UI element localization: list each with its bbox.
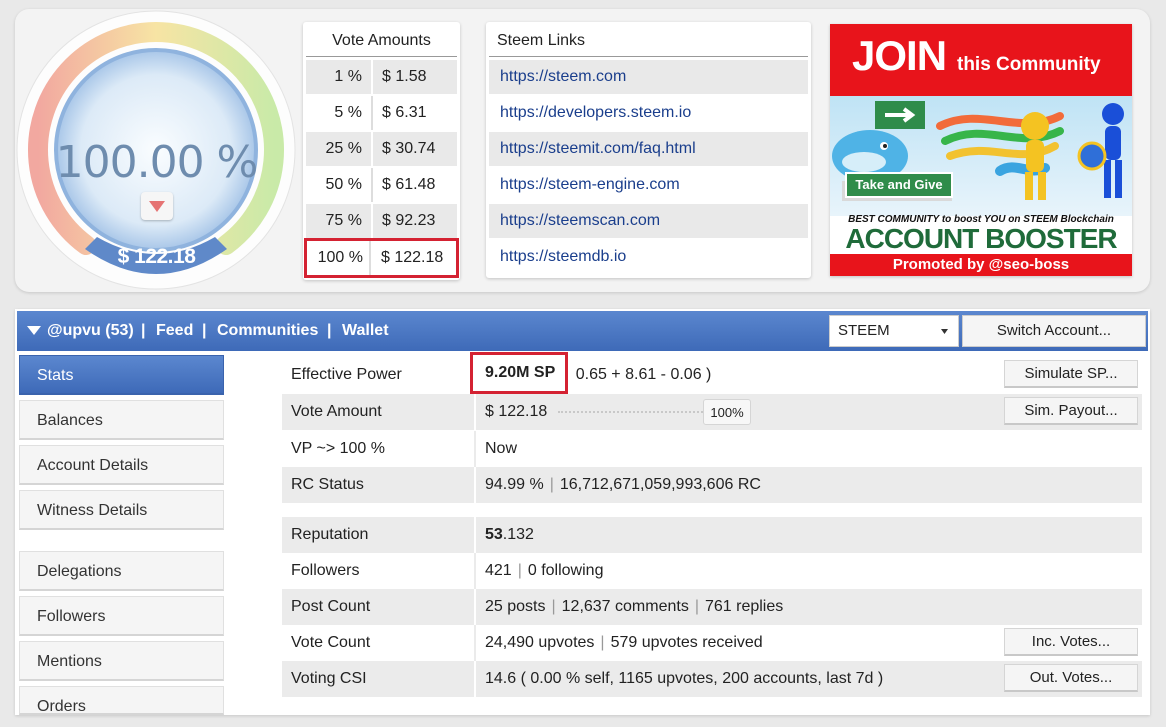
vote-amount-row: 1 % $ 1.58 (306, 60, 457, 94)
banner-promoted: Promoted by @seo-boss (830, 254, 1132, 276)
gauge-value: $ 122.18 (117, 245, 196, 268)
stats-label: Followers (291, 562, 360, 579)
banner-brand: ACCOUNT BOOSTER (845, 223, 1117, 254)
account-name-link[interactable]: @upvu (53) (47, 311, 134, 351)
select-arrow-icon (941, 329, 948, 334)
gauge-toggle-button[interactable] (141, 192, 173, 220)
upvotes-received: 579 upvotes received (610, 634, 763, 651)
stats-label: RC Status (291, 476, 364, 493)
steem-link[interactable]: https://steemscan.com (489, 204, 808, 238)
replies-count: 761 replies (704, 598, 784, 615)
stats-row-followers: Followers 421 | 0 following (282, 553, 1142, 589)
sidebar-item-followers[interactable]: Followers (19, 596, 224, 636)
steem-link[interactable]: https://steem-engine.com (489, 168, 808, 202)
vote-amount-value: $ 122.18 (485, 403, 548, 420)
stats-row-rc: RC Status 94.99 % | 16,712,671,059,993,606… (282, 467, 1142, 503)
posts-count: 25 posts (485, 598, 546, 615)
steem-link[interactable]: https://steemdb.io (489, 240, 808, 274)
vote-amount-row: 5 % $ 6.31 (306, 96, 457, 130)
community-banner[interactable]: JOIN this Community Take and Give BEST C… (830, 24, 1132, 276)
stats-row-vote-count: Vote Count 24,490 upvotes | 579 upvotes re… (282, 625, 1142, 661)
steem-link[interactable]: https://steemit.com/faq.html (489, 132, 808, 166)
banner-community: this Community (957, 54, 1101, 75)
nav-separator: | (141, 322, 146, 339)
stats-label: Voting CSI (291, 670, 367, 687)
vote-amount-row: 50 % $ 61.48 (306, 168, 457, 202)
steem-link[interactable]: https://developers.steem.io (489, 96, 808, 130)
steem-links-title: Steem Links (497, 32, 586, 49)
followers-count: 421 (485, 562, 512, 579)
reputation-minor: .132 (502, 526, 534, 543)
stats-label: Reputation (291, 526, 369, 543)
switch-account-button[interactable]: Switch Account... (962, 315, 1146, 347)
stats-row-reputation: Reputation 53.132 (282, 517, 1142, 553)
vote-amounts-card: Vote Amounts 1 % $ 1.58 5 % $ 6.31 25 % $ 3… (303, 22, 460, 280)
rc-amount: 16,712,671,059,993,606 RC (559, 476, 761, 493)
sidebar-item-orders[interactable]: Orders (19, 686, 224, 715)
sidebar-item-mentions[interactable]: Mentions (19, 641, 224, 681)
reputation-major: 53 (485, 526, 503, 543)
inc-votes-button[interactable]: Inc. Votes... (1004, 628, 1138, 656)
stats-label: Vote Count (291, 634, 371, 651)
upvotes-count: 24,490 upvotes (485, 634, 595, 651)
banner-join: JOIN (852, 32, 947, 79)
simulate-sp-button[interactable]: Simulate SP... (1004, 360, 1138, 388)
sim-payout-button[interactable]: Sim. Payout... (1004, 397, 1138, 425)
nav-feed-link[interactable]: Feed (156, 311, 193, 351)
vote-amount-row: 25 % $ 30.74 (306, 132, 457, 166)
voting-power-gauge: 100.00 % $ 122.18 (15, 9, 298, 292)
heart-down-icon (149, 201, 165, 212)
gauge-percent: 100.00 % (55, 137, 259, 188)
stats-row-vp: VP ~> 100 % Now (282, 431, 1142, 467)
vote-amounts-title: Vote Amounts (332, 32, 431, 49)
steem-link[interactable]: https://steem.com (489, 60, 808, 94)
vote-amount-row-highlighted: 100 % $ 122.18 (304, 238, 459, 278)
voting-csi-value: 14.6 ( 0.00 % self, 1165 upvotes, 200 ac… (485, 670, 884, 687)
chain-select-value: STEEM (838, 322, 890, 339)
nav-separator: | (327, 322, 332, 339)
stats-row-post-count: Post Count 25 posts | 12,637 comments | 761 … (282, 589, 1142, 625)
sidebar-item-stats[interactable]: Stats (19, 355, 224, 395)
out-votes-button[interactable]: Out. Votes... (1004, 664, 1138, 692)
vp-value: Now (485, 440, 518, 457)
stats-row-vote-amount: Vote Amount $ 122.18 100% Sim. Payout... (282, 394, 1142, 430)
comments-count: 12,637 comments (561, 598, 689, 615)
stats-row-effective-power: Effective Power 9.20M SP 0.65 + 8.61 - 0… (282, 352, 1142, 394)
nav-separator: | (202, 322, 207, 339)
effective-sp-detail: 0.65 + 8.61 - 0.06 ) (575, 366, 712, 383)
stats-label: VP ~> 100 % (291, 440, 385, 457)
sidebar-item-account-details[interactable]: Account Details (19, 445, 224, 485)
vote-amount-row: 75 % $ 92.23 (306, 204, 457, 238)
effective-sp-value: 9.20M SP (470, 352, 569, 394)
stats-label: Vote Amount (291, 403, 382, 420)
sidebar-item-delegations[interactable]: Delegations (19, 551, 224, 591)
following-count: 0 following (527, 562, 604, 579)
vote-amount-slider-track[interactable] (558, 411, 703, 413)
sidebar-item-witness-details[interactable]: Witness Details (19, 490, 224, 530)
steem-links-card: Steem Links https://steem.com https://de… (486, 22, 811, 278)
sidebar-item-balances[interactable]: Balances (19, 400, 224, 440)
caret-down-icon[interactable] (27, 326, 41, 336)
nav-wallet-link[interactable]: Wallet (342, 311, 389, 351)
stats-row-voting-csi: Voting CSI 14.6 ( 0.00 % self, 1165 upvo… (282, 661, 1142, 697)
vote-amount-slider-handle[interactable]: 100% (703, 399, 751, 425)
stats-label: Effective Power (291, 366, 402, 383)
banner-illustration (832, 101, 1124, 201)
nav-communities-link[interactable]: Communities (217, 311, 318, 351)
rc-percent: 94.99 % (485, 476, 544, 493)
stats-label: Post Count (291, 598, 371, 615)
banner-sign: Take and Give (845, 172, 953, 198)
chain-select[interactable]: STEEM (829, 315, 959, 347)
